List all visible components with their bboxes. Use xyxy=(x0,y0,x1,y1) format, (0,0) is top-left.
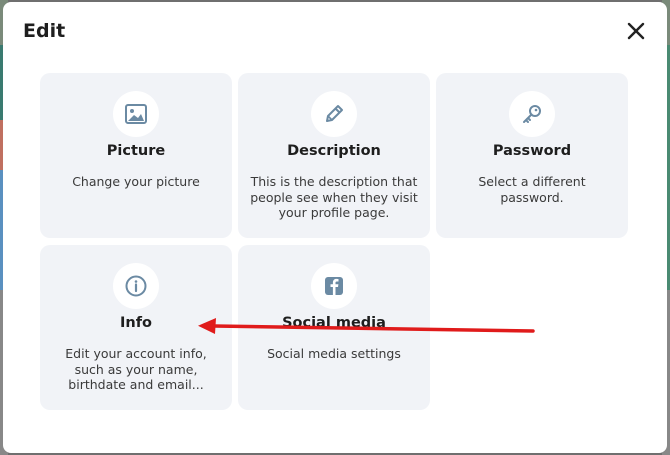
pencil-icon xyxy=(326,105,343,122)
picture-icon-circle xyxy=(113,91,159,137)
key-icon xyxy=(523,105,541,123)
info-card[interactable]: Info Edit your account info, such as you… xyxy=(40,245,232,410)
password-card-description: Select a different password. xyxy=(478,174,586,205)
password-card-title: Password xyxy=(492,143,572,159)
social-media-icon-circle xyxy=(311,263,357,309)
info-card-description: Edit your account info, such as your nam… xyxy=(65,346,207,392)
info-icon xyxy=(125,275,147,297)
info-icon-circle xyxy=(113,263,159,309)
social-media-card[interactable]: Social media Social media settings xyxy=(238,245,430,410)
description-card-title: Description xyxy=(287,143,381,159)
close-icon xyxy=(627,22,645,40)
password-icon-circle xyxy=(509,91,555,137)
image-icon xyxy=(125,104,147,124)
picture-card-description: Change your picture xyxy=(72,174,200,189)
description-card-description: This is the description that people see … xyxy=(250,174,418,220)
picture-card-title: Picture xyxy=(106,143,166,159)
facebook-icon xyxy=(325,277,343,295)
description-icon-circle xyxy=(311,91,357,137)
dialog-title: Edit xyxy=(23,20,66,42)
social-media-card-title: Social media xyxy=(282,315,386,331)
social-media-card-description: Social media settings xyxy=(267,346,401,361)
close-button[interactable] xyxy=(623,18,649,44)
info-card-title: Info xyxy=(120,315,152,331)
password-card[interactable]: Password Select a different password. xyxy=(436,73,628,238)
edit-dialog: Edit Picture Change your picture Descrip… xyxy=(3,2,667,453)
picture-card[interactable]: Picture Change your picture xyxy=(40,73,232,238)
description-card[interactable]: Description This is the description that… xyxy=(238,73,430,238)
